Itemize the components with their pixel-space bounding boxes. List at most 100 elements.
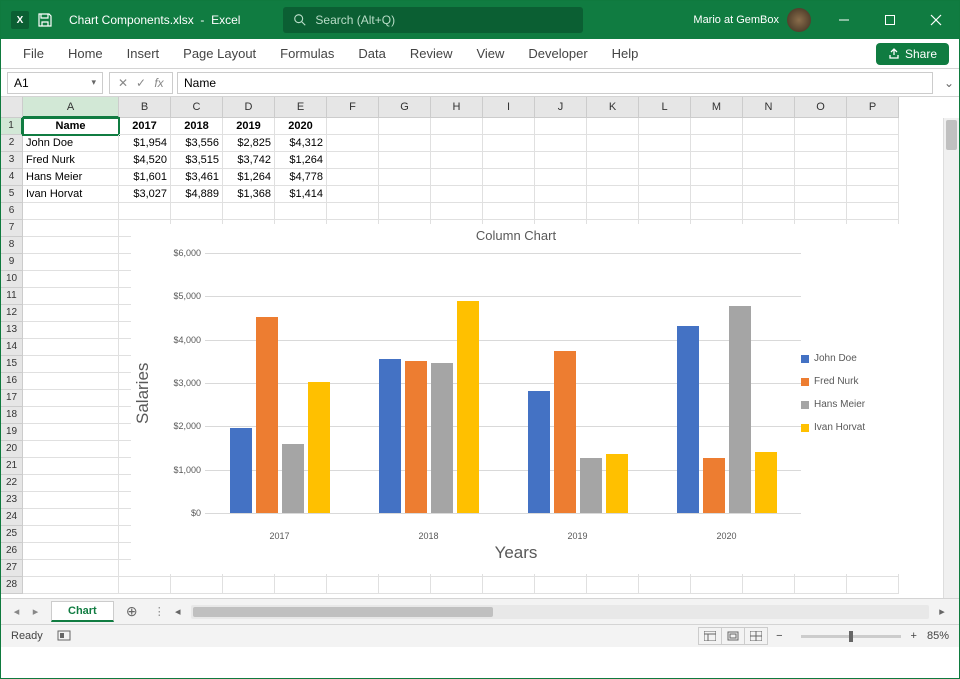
close-button[interactable] bbox=[913, 1, 959, 39]
cell[interactable] bbox=[171, 577, 223, 594]
column-header[interactable]: E bbox=[275, 97, 327, 118]
hscroll-right-icon[interactable]: ▸ bbox=[935, 605, 949, 618]
cell[interactable] bbox=[639, 169, 691, 186]
cell[interactable] bbox=[327, 169, 379, 186]
cell[interactable] bbox=[327, 203, 379, 220]
cell[interactable] bbox=[847, 577, 899, 594]
cell[interactable]: 2017 bbox=[119, 118, 171, 135]
column-header[interactable]: A bbox=[23, 97, 119, 118]
cell[interactable] bbox=[119, 203, 171, 220]
cell[interactable] bbox=[743, 186, 795, 203]
share-button[interactable]: Share bbox=[876, 43, 949, 65]
cell[interactable] bbox=[795, 152, 847, 169]
row-header[interactable]: 21 bbox=[1, 458, 23, 475]
column-header[interactable]: G bbox=[379, 97, 431, 118]
cell[interactable] bbox=[743, 577, 795, 594]
vertical-scrollbar[interactable] bbox=[943, 118, 959, 598]
cell[interactable] bbox=[639, 577, 691, 594]
cell[interactable] bbox=[639, 203, 691, 220]
sheet-next-icon[interactable]: ▸ bbox=[33, 605, 39, 618]
row-header[interactable]: 10 bbox=[1, 271, 23, 288]
cell[interactable] bbox=[795, 186, 847, 203]
cell[interactable] bbox=[535, 169, 587, 186]
cell[interactable] bbox=[587, 135, 639, 152]
cell[interactable] bbox=[691, 577, 743, 594]
cell[interactable]: 2020 bbox=[275, 118, 327, 135]
row-header[interactable]: 2 bbox=[1, 135, 23, 152]
cell[interactable] bbox=[223, 577, 275, 594]
row-header[interactable]: 1 bbox=[1, 118, 23, 135]
column-header[interactable]: F bbox=[327, 97, 379, 118]
zoom-slider[interactable] bbox=[801, 635, 901, 638]
ribbon-tab-page-layout[interactable]: Page Layout bbox=[171, 46, 268, 61]
select-all-corner[interactable] bbox=[1, 97, 23, 118]
cell[interactable] bbox=[431, 169, 483, 186]
cell[interactable] bbox=[23, 322, 119, 339]
row-header[interactable]: 6 bbox=[1, 203, 23, 220]
cell[interactable]: $1,264 bbox=[275, 152, 327, 169]
cell[interactable] bbox=[23, 543, 119, 560]
row-header[interactable]: 22 bbox=[1, 475, 23, 492]
column-header[interactable]: J bbox=[535, 97, 587, 118]
cell[interactable]: $3,027 bbox=[119, 186, 171, 203]
normal-view-button[interactable] bbox=[698, 627, 722, 645]
cell[interactable] bbox=[691, 203, 743, 220]
cell[interactable]: $3,515 bbox=[171, 152, 223, 169]
cell[interactable] bbox=[23, 390, 119, 407]
cell[interactable]: $1,954 bbox=[119, 135, 171, 152]
cell[interactable] bbox=[223, 203, 275, 220]
cell[interactable] bbox=[23, 424, 119, 441]
column-header[interactable]: M bbox=[691, 97, 743, 118]
cell[interactable] bbox=[379, 577, 431, 594]
cell[interactable] bbox=[847, 118, 899, 135]
column-header[interactable]: O bbox=[795, 97, 847, 118]
ribbon-tab-file[interactable]: File bbox=[11, 46, 56, 61]
cell[interactable] bbox=[743, 203, 795, 220]
cell[interactable]: 2019 bbox=[223, 118, 275, 135]
row-header[interactable]: 20 bbox=[1, 441, 23, 458]
save-icon[interactable] bbox=[37, 12, 53, 28]
cell[interactable] bbox=[23, 203, 119, 220]
cell[interactable] bbox=[23, 220, 119, 237]
row-header[interactable]: 23 bbox=[1, 492, 23, 509]
column-header[interactable]: L bbox=[639, 97, 691, 118]
cell[interactable] bbox=[379, 186, 431, 203]
cell[interactable] bbox=[23, 577, 119, 594]
cell[interactable] bbox=[847, 186, 899, 203]
cell[interactable] bbox=[535, 152, 587, 169]
search-box[interactable]: Search (Alt+Q) bbox=[283, 7, 583, 33]
column-header[interactable]: K bbox=[587, 97, 639, 118]
row-header[interactable]: 18 bbox=[1, 407, 23, 424]
cell[interactable] bbox=[639, 135, 691, 152]
cell[interactable]: Hans Meier bbox=[23, 169, 119, 186]
cell[interactable] bbox=[587, 577, 639, 594]
cell[interactable] bbox=[587, 118, 639, 135]
cell[interactable] bbox=[23, 492, 119, 509]
horizontal-scrollbar[interactable] bbox=[191, 605, 929, 619]
row-header[interactable]: 9 bbox=[1, 254, 23, 271]
cell[interactable]: $3,556 bbox=[171, 135, 223, 152]
cell[interactable] bbox=[379, 152, 431, 169]
cell[interactable] bbox=[795, 118, 847, 135]
cell[interactable] bbox=[379, 118, 431, 135]
cell[interactable]: $1,368 bbox=[223, 186, 275, 203]
ribbon-tab-formulas[interactable]: Formulas bbox=[268, 46, 346, 61]
cell[interactable] bbox=[23, 254, 119, 271]
cell[interactable] bbox=[23, 288, 119, 305]
cell[interactable]: John Doe bbox=[23, 135, 119, 152]
cell[interactable] bbox=[379, 203, 431, 220]
cell[interactable]: Fred Nurk bbox=[23, 152, 119, 169]
row-header[interactable]: 14 bbox=[1, 339, 23, 356]
cell[interactable] bbox=[639, 118, 691, 135]
cell[interactable] bbox=[691, 135, 743, 152]
cell[interactable] bbox=[23, 475, 119, 492]
cell[interactable]: $2,825 bbox=[223, 135, 275, 152]
cell[interactable] bbox=[23, 509, 119, 526]
row-header[interactable]: 26 bbox=[1, 543, 23, 560]
cell[interactable] bbox=[23, 339, 119, 356]
column-header[interactable]: H bbox=[431, 97, 483, 118]
cell[interactable] bbox=[535, 203, 587, 220]
row-header[interactable]: 4 bbox=[1, 169, 23, 186]
cell[interactable] bbox=[23, 441, 119, 458]
cell[interactable] bbox=[847, 135, 899, 152]
